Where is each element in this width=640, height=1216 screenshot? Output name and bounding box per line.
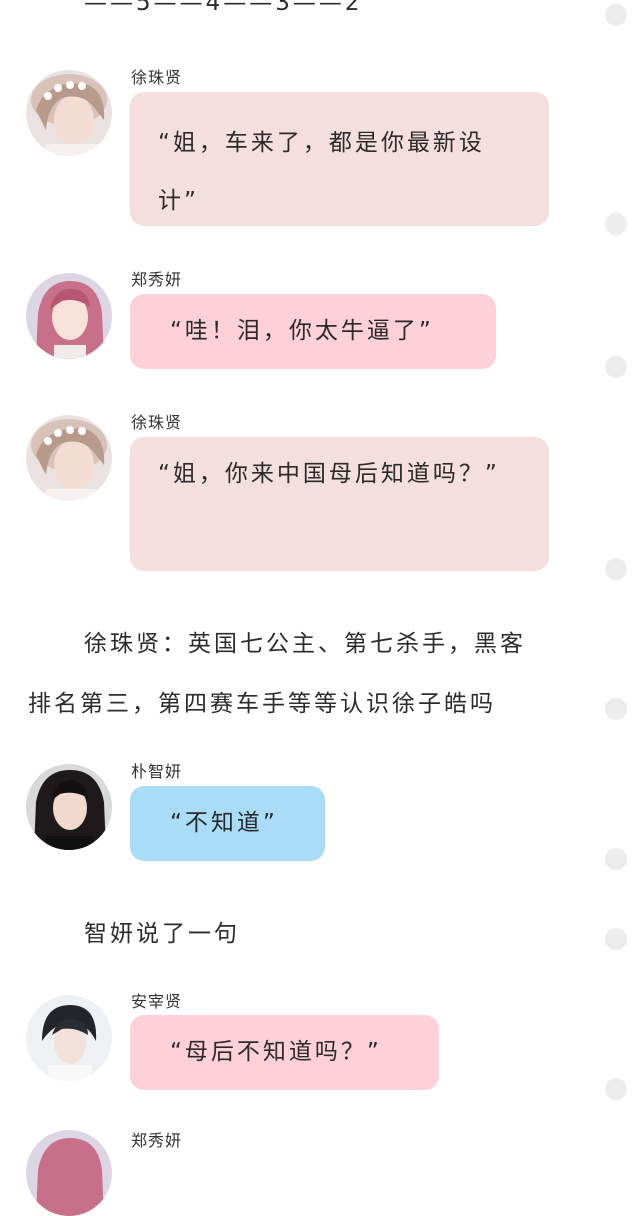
speaker-name: 郑秀妍 (131, 270, 183, 289)
chat-bubble-text: “不知道” (170, 810, 278, 836)
speaker-name: 朴智妍 (131, 762, 183, 781)
narration-line: 徐珠贤：英国七公主、第七杀手，黑客 (84, 631, 526, 657)
speaker-name: 徐珠贤 (131, 68, 183, 87)
scroll-dot (605, 848, 627, 870)
speaker-name: 安宰贤 (131, 992, 183, 1011)
scroll-dot (605, 4, 627, 26)
chat-bubble-text: “姐，你来中国母后知道吗？” (158, 461, 500, 487)
avatar-seohyun-icon[interactable] (26, 70, 112, 156)
scroll-dot (605, 558, 627, 580)
avatar-jaehyun-icon[interactable] (26, 995, 112, 1081)
speaker-name: 郑秀妍 (131, 1131, 183, 1150)
chat-bubble[interactable]: “姐，车来了，都是你最新设计” (130, 92, 549, 226)
scroll-dot (605, 698, 627, 720)
scroll-dot (605, 356, 627, 378)
chat-bubble[interactable]: “姐，你来中国母后知道吗？” (130, 437, 549, 571)
avatar-seohyun-icon[interactable] (26, 415, 112, 501)
chat-bubble-text: “哇！泪，你太牛逼了” (170, 318, 434, 344)
chat-bubble-text: “姐，车来了，都是你最新设计” (158, 130, 485, 214)
avatar-jiyeon-icon[interactable] (26, 764, 112, 850)
avatar-jessica-icon[interactable] (26, 273, 112, 359)
countdown-text: ——5——4——3——2 (84, 0, 363, 16)
scroll-dot (605, 213, 627, 235)
scroll-dot (605, 928, 627, 950)
narration-line: 排名第三，第四赛车手等等认识徐子皓吗 (28, 691, 496, 717)
chat-bubble-text: “母后不知道吗？” (170, 1039, 382, 1065)
chat-bubble[interactable]: “母后不知道吗？” (130, 1015, 439, 1090)
chat-bubble[interactable]: “不知道” (130, 786, 325, 861)
chat-bubble[interactable]: “哇！泪，你太牛逼了” (130, 294, 496, 369)
scroll-dot (605, 1078, 627, 1100)
speaker-name: 徐珠贤 (131, 413, 183, 432)
narration-line: 智妍说了一句 (84, 921, 240, 947)
avatar-jessica-icon[interactable] (26, 1130, 112, 1216)
